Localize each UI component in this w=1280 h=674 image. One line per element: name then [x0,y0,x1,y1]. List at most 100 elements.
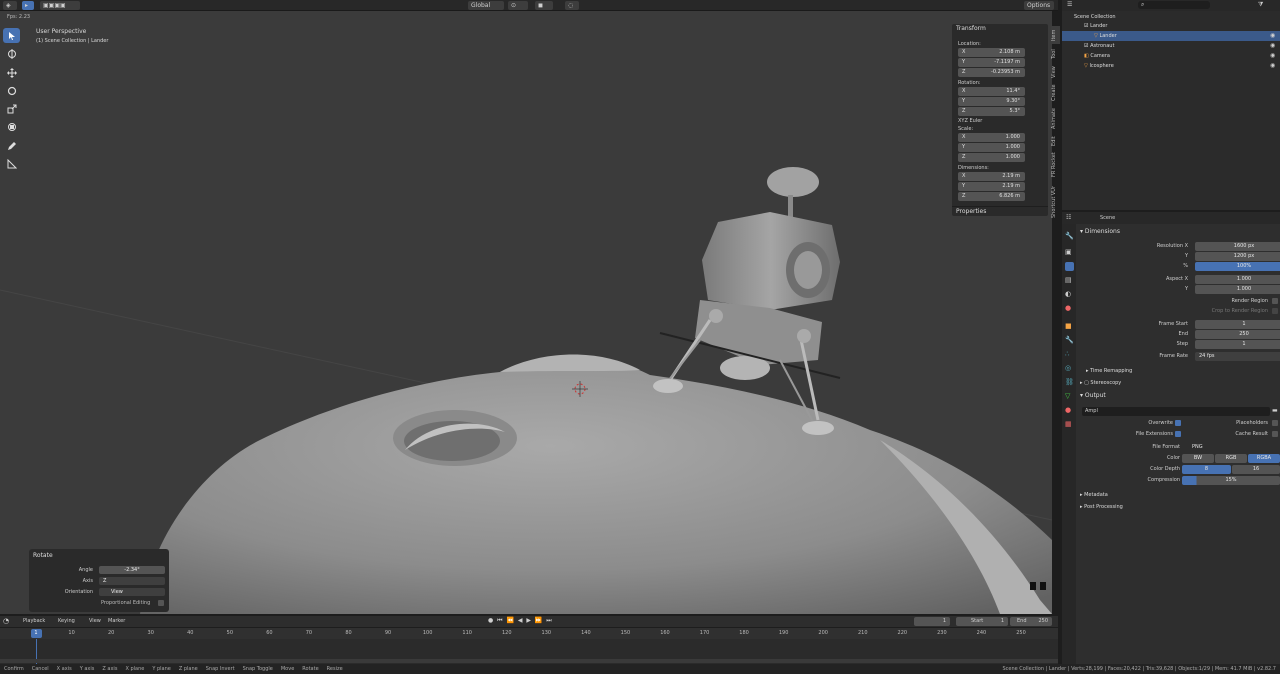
outliner-row-lander[interactable]: ▽ Lander [1062,31,1280,41]
constraints-tab-icon[interactable]: ⛓ [1065,378,1074,386]
file-extensions-checkbox[interactable] [1175,431,1181,437]
particles-tab-icon[interactable]: ∴ [1065,350,1069,358]
angle-field[interactable]: -2.34° [99,566,165,574]
outliner-row-camera[interactable]: ◧ Camera [1062,51,1280,61]
current-frame-field[interactable]: 1 [914,617,950,626]
menu-playback[interactable]: Playback [23,618,45,624]
material-tab-icon[interactable]: ● [1065,406,1071,414]
timeline-scrollbar[interactable] [0,659,1058,663]
properties-panel-title[interactable]: Properties [952,206,1048,216]
dimensions-z-field[interactable]: Z 6.826 m [958,192,1025,201]
timeline-ruler[interactable]: 1 10 20 30 40 50 60 70 80 90 100 110 120 130 140 150 160… [0,628,1058,639]
cursor-tool-button[interactable] [3,46,20,61]
tab-fr-rocket[interactable]: FR Rocket [1051,150,1060,180]
output-tab-icon[interactable] [1065,262,1074,271]
texture-tab-icon[interactable]: ▦ [1065,420,1072,428]
proportional-icon[interactable]: ◌ [565,1,579,10]
orientation-dropdown[interactable]: Global [468,1,504,10]
time-remapping-subpanel[interactable]: ▸ Time Remapping [1086,368,1132,374]
object-tab-icon[interactable]: ■ [1065,322,1072,330]
axis-dropdown[interactable]: Z [99,577,165,585]
move-tool-button[interactable] [3,65,20,80]
outliner-search-input[interactable]: ⌕ [1138,1,1210,9]
orientation-dropdown[interactable]: View [99,588,165,596]
dimensions-y-field[interactable]: Y 2.19 m [958,182,1025,191]
depth-8-button[interactable]: 8 [1182,465,1231,474]
nav-gizmo-icon[interactable] [1030,582,1036,590]
stereoscopy-subpanel[interactable]: ▸ ▢ Stereoscopy [1080,380,1121,386]
output-section-header[interactable]: ▾ Output [1080,392,1106,399]
end-frame-field[interactable]: End 250 [1010,617,1052,626]
data-tab-icon[interactable]: ▽ [1065,392,1070,400]
metadata-section-header[interactable]: ▸ Metadata [1080,492,1108,498]
scene-tab-icon[interactable]: ◐ [1065,290,1071,298]
resolution-x-field[interactable]: 1600 px [1195,242,1280,251]
tab-edit[interactable]: Edit [1051,134,1060,148]
rotate-tool-button[interactable] [3,83,20,98]
aspect-x-field[interactable]: 1.000 [1195,275,1280,284]
menu-view[interactable]: View [89,618,101,624]
dimensions-section-header[interactable]: ▾ Dimensions [1080,228,1120,235]
rotation-x-field[interactable]: X 11.4° [958,87,1025,96]
start-frame-field[interactable]: Start 1 [956,617,1008,626]
nav-gizmo-icon[interactable] [1040,582,1046,590]
checkbox-icon[interactable]: ☑ [1084,23,1088,29]
frame-rate-dropdown[interactable]: 24 fps [1195,352,1280,361]
timeline-tracks[interactable] [0,639,1058,664]
crop-region-checkbox[interactable] [1272,308,1278,314]
folder-icon[interactable]: ▬ [1272,407,1278,414]
clock-icon[interactable]: ◔ [3,617,9,625]
aspect-y-field[interactable]: 1.000 [1195,285,1280,294]
outliner-editor-icon[interactable]: ☰ [1067,1,1072,8]
world-tab-icon[interactable]: ● [1065,304,1071,312]
tab-item[interactable]: Item [1051,26,1060,44]
view-layer-tab-icon[interactable]: ▤ [1065,276,1072,284]
rotate-operator-panel[interactable]: Rotate Angle -2.34° Axis Z Orientation V… [29,549,169,612]
transform-tool-button[interactable] [3,119,20,134]
rotation-z-field[interactable]: Z 5.3° [958,107,1025,116]
tab-tool[interactable]: Tool [1051,46,1060,62]
pivot-icon[interactable]: ⊙ [508,1,528,10]
scale-y-field[interactable]: Y 1.000 [958,143,1025,152]
3d-viewport[interactable]: Fps: 2.23 User Perspective (1) Scene Col… [0,0,1052,614]
frame-start-field[interactable]: 1 [1195,320,1280,329]
render-region-checkbox[interactable] [1272,298,1278,304]
outliner-row-icosphere[interactable]: ▽ Icosphere [1062,61,1280,71]
menu-keying[interactable]: Keying [58,618,75,624]
location-y-field[interactable]: Y -7.1197 m [958,58,1025,67]
menu-marker[interactable]: Marker [108,618,125,624]
frame-end-field[interactable]: 250 [1195,330,1280,339]
resolution-y-field[interactable]: 1200 px [1195,252,1280,261]
tab-shortcut-vur[interactable]: Shortcut VUr [1051,182,1060,222]
scale-z-field[interactable]: Z 1.000 [958,153,1025,162]
transform-panel-title[interactable]: Transform [952,24,1048,34]
checkbox-icon[interactable]: ☑ [1084,43,1088,49]
location-x-field[interactable]: X 2.108 m [958,48,1025,57]
outliner-row-lander-collection[interactable]: ☑ Lander [1062,21,1280,31]
outliner-row-astronaut[interactable]: ☑ Astronaut [1062,41,1280,51]
eye-icon[interactable]: ◉ [1270,62,1275,69]
eye-icon[interactable]: ◉ [1270,52,1275,59]
color-rgb-button[interactable]: RGB [1215,454,1247,463]
color-bw-button[interactable]: BW [1182,454,1214,463]
scale-x-field[interactable]: X 1.000 [958,133,1025,142]
filter-icon[interactable]: ⧩ [1258,1,1263,9]
select-box-mode-icon[interactable]: ▣▣▣▣ [40,1,80,10]
placeholders-checkbox[interactable] [1272,420,1278,426]
options-button[interactable]: Options [1024,1,1054,10]
eye-icon[interactable]: ◉ [1270,42,1275,49]
editor-type-icon[interactable]: ◈ [3,1,17,10]
overwrite-checkbox[interactable] [1175,420,1181,426]
select-mode-icon[interactable]: ▸ [22,1,34,10]
post-processing-section-header[interactable]: ▸ Post Processing [1080,504,1123,510]
color-rgba-button[interactable]: RGBA [1248,454,1280,463]
compression-slider[interactable]: 15% [1182,476,1280,485]
cache-result-checkbox[interactable] [1272,431,1278,437]
output-path-input[interactable]: Ampl [1082,407,1270,416]
file-format-dropdown[interactable]: PNG [1182,443,1280,452]
scale-tool-button[interactable] [3,101,20,116]
measure-tool-button[interactable] [3,156,20,171]
depth-16-button[interactable]: 16 [1232,465,1280,474]
tab-view[interactable]: View [1051,64,1060,80]
frame-step-field[interactable]: 1 [1195,340,1280,349]
